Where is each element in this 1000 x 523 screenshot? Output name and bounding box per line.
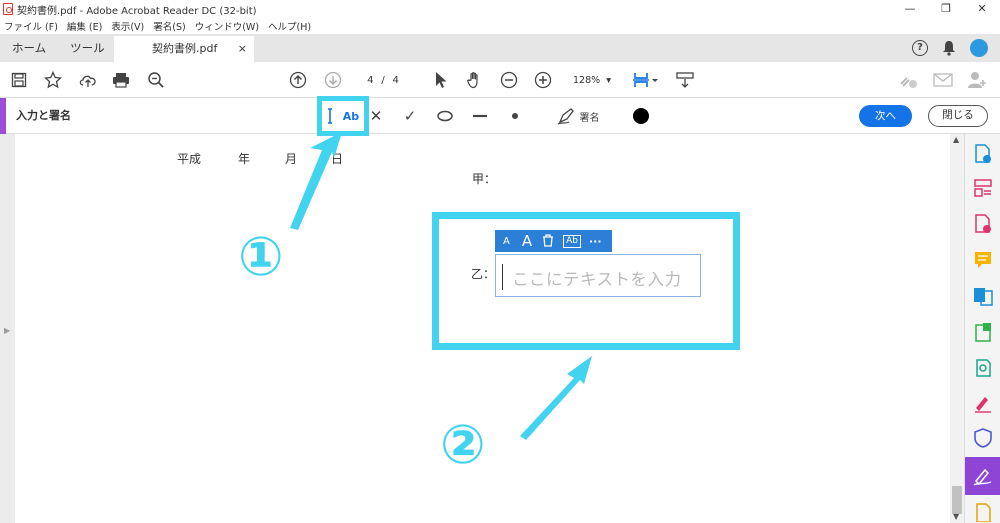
line-tool[interactable]	[469, 98, 491, 134]
close-fill-sign-button[interactable]: 閉じる	[928, 105, 988, 127]
party-a-label: 甲：	[472, 172, 497, 186]
main-toolbar: 4 / 4 128% ▾	[0, 62, 1000, 98]
save-icon[interactable]	[8, 62, 30, 98]
vertical-scrollbar[interactable]: ▲ ▼	[950, 134, 964, 523]
menu-window[interactable]: ウィンドウ(W)	[195, 19, 259, 33]
more-tools-icon[interactable]	[973, 502, 993, 522]
color-picker[interactable]	[630, 98, 652, 134]
line-icon	[473, 114, 487, 118]
check-mark-tool[interactable]: ✓	[400, 98, 420, 134]
color-swatch-icon	[633, 108, 649, 124]
print-icon[interactable]	[110, 62, 132, 98]
add-user-icon[interactable]	[966, 62, 988, 98]
zoom-in-icon[interactable]	[532, 62, 554, 98]
check-mark-icon: ✓	[403, 107, 417, 125]
close-window-button[interactable]: ✕	[964, 0, 1000, 18]
ellipse-icon	[437, 110, 453, 122]
step-marker-2: ②	[440, 413, 486, 476]
text-field-highlight-box	[432, 212, 740, 350]
comment-icon[interactable]	[973, 250, 993, 270]
zoom-out-icon[interactable]	[498, 62, 520, 98]
tab-document[interactable]: 契約書例.pdf ×	[114, 36, 254, 62]
combine-files-icon[interactable]	[973, 286, 993, 306]
menu-help[interactable]: ヘルプ(H)	[268, 19, 311, 33]
scroll-up-arrow[interactable]: ▲	[953, 135, 959, 144]
pen-sign-icon	[557, 108, 574, 125]
export-pdf-icon[interactable]	[973, 144, 993, 164]
organize-pages-icon[interactable]	[973, 178, 993, 198]
cross-mark-tool[interactable]: ✕	[366, 98, 386, 134]
zoom-search-icon[interactable]	[145, 62, 167, 98]
cloud-upload-icon[interactable]	[77, 62, 99, 98]
zoom-value: 128%	[573, 74, 601, 86]
zoom-select[interactable]: 128% ▾	[567, 62, 617, 98]
bell-icon[interactable]	[942, 40, 956, 56]
tab-tools[interactable]: ツール	[58, 34, 117, 62]
protect-shield-icon[interactable]	[973, 428, 993, 448]
menu-file[interactable]: ファイル (F)	[4, 19, 58, 33]
create-pdf-icon[interactable]	[973, 214, 993, 234]
fill-sign-toolbar: 入力と署名 Ab ✕ ✓ 署名 次へ 閉じる	[0, 98, 1000, 134]
window-title: 契約書例.pdf - Adobe Acrobat Reader DC (32-b…	[17, 5, 257, 17]
previous-page-icon[interactable]	[287, 62, 309, 98]
window-controls: — ❐ ✕	[892, 0, 1000, 18]
current-page-input[interactable]: 4	[359, 75, 381, 86]
menu-bar: ファイル (F) 編集 (E) 表示(V) 署名(S) ウィンドウ(W) ヘルプ…	[0, 18, 1000, 34]
tab-home[interactable]: ホーム	[0, 34, 58, 62]
scan-ocr-icon[interactable]	[973, 358, 993, 378]
account-area: ?	[912, 34, 988, 62]
page-fit-icon[interactable]	[630, 62, 660, 98]
menu-view[interactable]: 表示(V)	[111, 19, 144, 33]
step-marker-1: ①	[238, 225, 284, 288]
compress-pdf-icon[interactable]	[973, 322, 993, 342]
chevron-down-icon: ▾	[606, 74, 611, 86]
fill-sign-accent	[0, 98, 6, 134]
avatar[interactable]	[970, 39, 988, 57]
date-era: 平成	[177, 152, 202, 166]
cross-mark-icon: ✕	[369, 107, 383, 125]
window-titlebar: 契約書例.pdf - Adobe Acrobat Reader DC (32-b…	[0, 0, 1000, 18]
scroll-down-arrow[interactable]: ▼	[953, 512, 959, 521]
tab-document-label: 契約書例.pdf	[152, 42, 218, 55]
email-icon[interactable]	[932, 62, 954, 98]
dot-icon	[512, 113, 518, 119]
bookmark-star-icon[interactable]	[42, 62, 64, 98]
fill-sign-pen-icon[interactable]	[973, 393, 993, 413]
scrollbar-thumb[interactable]	[952, 486, 962, 514]
pdf-app-icon	[3, 3, 13, 15]
dot-tool[interactable]	[504, 98, 526, 134]
right-tools-panel	[964, 134, 1000, 523]
select-cursor-icon[interactable]	[430, 62, 452, 98]
hand-tool-icon[interactable]	[464, 62, 486, 98]
date-day: 日	[331, 152, 344, 166]
scroll-mode-icon[interactable]	[674, 62, 696, 98]
left-panel-rail: ▶	[0, 134, 15, 523]
sign-tool[interactable]: 署名	[553, 98, 603, 134]
tab-close-icon[interactable]: ×	[238, 36, 247, 62]
request-signature-icon[interactable]	[973, 466, 993, 486]
next-button[interactable]: 次へ	[859, 105, 912, 127]
add-text-highlight-box	[317, 96, 369, 136]
total-pages: 4	[392, 74, 399, 86]
date-year: 年	[238, 152, 251, 166]
minimize-button[interactable]: —	[892, 0, 928, 18]
next-page-icon[interactable]	[322, 62, 344, 98]
menu-edit[interactable]: 編集 (E)	[67, 19, 102, 33]
maximize-button[interactable]: ❐	[928, 0, 964, 18]
menu-sign[interactable]: 署名(S)	[153, 19, 185, 33]
page-indicator: 4 / 4	[358, 62, 408, 98]
share-link-icon[interactable]	[897, 62, 919, 98]
tab-bar: ホーム ツール 契約書例.pdf × ?	[0, 34, 1000, 62]
help-icon[interactable]: ?	[912, 40, 928, 56]
date-month: 月	[285, 152, 298, 166]
ellipse-tool[interactable]	[434, 98, 456, 134]
expand-left-panel-icon[interactable]: ▶	[4, 326, 10, 335]
fill-sign-label: 入力と署名	[16, 109, 71, 122]
sign-label: 署名	[579, 112, 600, 124]
